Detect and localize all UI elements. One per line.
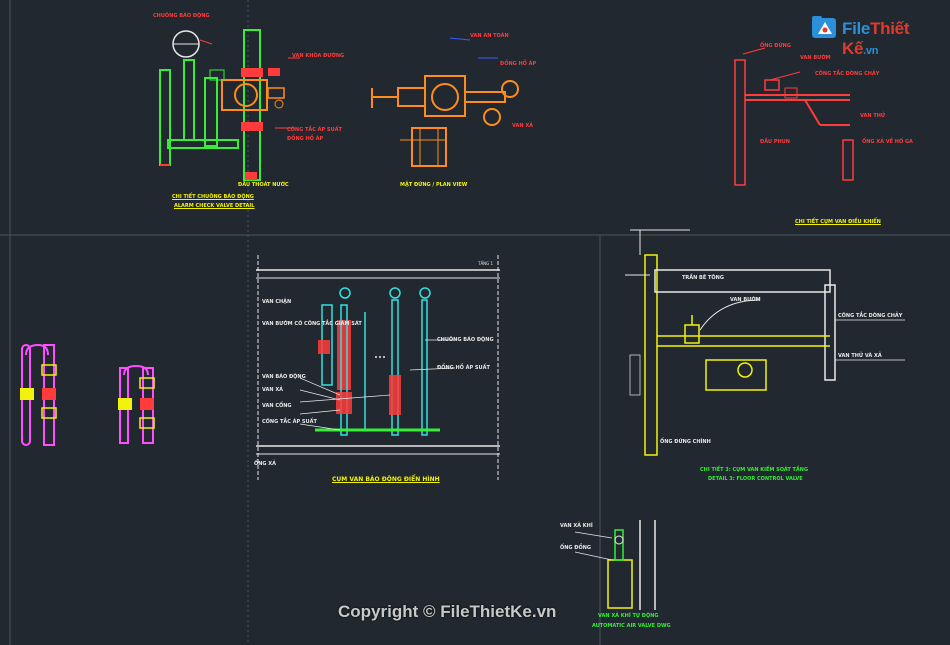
detail3-title: CHI TIẾT CỤM VAN ĐIỀU KHIỂN [795, 219, 881, 225]
station-drain-valve-label: VAN XẢ [262, 387, 284, 393]
filethietke-logo: FileThiết Kế.vn [810, 12, 918, 58]
flow-switch-label: CÔNG TẮC DÒNG CHẢY [815, 71, 880, 77]
alarm-valve-label: VAN BÁO ĐỘNG [262, 374, 306, 380]
drain-pipe-bottom-label: ỐNG XẢ [254, 461, 277, 467]
station-pressure-switch-label: CÔNG TẮC ÁP SUẤT [262, 419, 317, 425]
station-gauge-label: ĐỒNG HỒ ÁP SUẤT [437, 365, 490, 371]
supervised-butterfly-valve-label: VAN BƯỚM CÓ CÔNG TẮC GIÁM SÁT [262, 321, 362, 327]
valve-symbol-pair-left[interactable] [20, 343, 155, 446]
control-valve-detail[interactable] [734, 47, 854, 186]
sprinkler-head-label: ĐẦU PHUN [760, 139, 790, 145]
plan-view-valve-detail[interactable] [371, 37, 519, 167]
detail6-title-en: AUTOMATIC AIR VALVE DWG [592, 623, 671, 629]
detail2-drain-label: VAN XẢ [512, 123, 534, 129]
alarm-bell-label: CHUÔNG BÁO ĐỘNG [153, 13, 210, 19]
detail6-title-vi: VAN XẢ KHÍ TỰ ĐỘNG [598, 613, 659, 619]
test-valve-label: VAN THỬ [860, 113, 886, 119]
station-alarm-bell-label: CHUÔNG BÁO ĐỘNG [437, 337, 494, 343]
safety-valve-label: VAN AN TOÀN [470, 33, 509, 39]
folder-logo-icon [812, 16, 836, 38]
cad-drawing-canvas[interactable] [0, 0, 950, 645]
automatic-air-valve-detail[interactable] [574, 520, 656, 610]
stop-valve-label: VAN CHẶN [262, 299, 292, 305]
alarm-check-valve-detail[interactable] [159, 29, 300, 181]
detail1-title-vi: CHI TIẾT CHUÔNG BÁO ĐỘNG [172, 194, 254, 200]
test-drain-valve-label: VAN THỬ VÀ XẢ [838, 353, 882, 359]
air-valve-label: VAN XẢ KHÍ [560, 523, 593, 529]
detail2-gauge-label: ĐỒNG HỒ ÁP [500, 61, 537, 67]
concrete-slab-label: TRẦN BÊ TÔNG [682, 275, 724, 281]
detail5-title-en: DETAIL 3: FLOOR CONTROL VALVE [708, 476, 803, 482]
logo-text-file: File [842, 19, 871, 38]
drain-pipe-label: ỐNG XẢ VỀ HỐ GA [862, 139, 913, 145]
pressure-gauge-label: ĐỒNG HỒ ÁP [287, 136, 324, 142]
pressure-switch-label: CÔNG TẮC ÁP SUẤT [287, 127, 342, 133]
detail5-title-vi: CHI TIẾT 3: CỤM VAN KIỂM SOÁT TẦNG [700, 467, 809, 473]
copper-pipe-label: ỐNG ĐỒNG [560, 545, 592, 551]
butterfly-valve-label: VAN BƯỚM [800, 55, 831, 61]
viewport-frame [0, 0, 950, 645]
level-label: TẦNG 1 [478, 261, 494, 266]
floor-flow-switch-label: CÔNG TẮC DÒNG CHẢY [838, 313, 903, 319]
logo-text-domain: .vn [863, 45, 879, 57]
floor-butterfly-valve-label: VAN BƯỚM [730, 297, 761, 303]
riser-label: ỐNG ĐỨNG [760, 43, 791, 49]
detail2-title: MẶT ĐỨNG / PLAN VIEW [400, 182, 468, 188]
main-riser-label: ỐNG ĐỨNG CHÍNH [660, 439, 711, 445]
floor-control-valve-detail[interactable] [625, 229, 905, 456]
shutoff-valve-label: VAN KHÓA ĐƯỜNG [292, 53, 345, 59]
drain-outlet-label: ĐẦU THOÁT NƯỚC [238, 182, 289, 188]
gate-valve-label: VAN CỔNG [262, 403, 292, 409]
detail1-title-en: ALARM CHECK VALVE DETAIL [174, 203, 255, 209]
detail4-title: CỤM VAN BÁO ĐỘNG ĐIỂN HÌNH [332, 476, 440, 483]
copyright-watermark: Copyright © FileThietKe.vn [338, 602, 557, 621]
